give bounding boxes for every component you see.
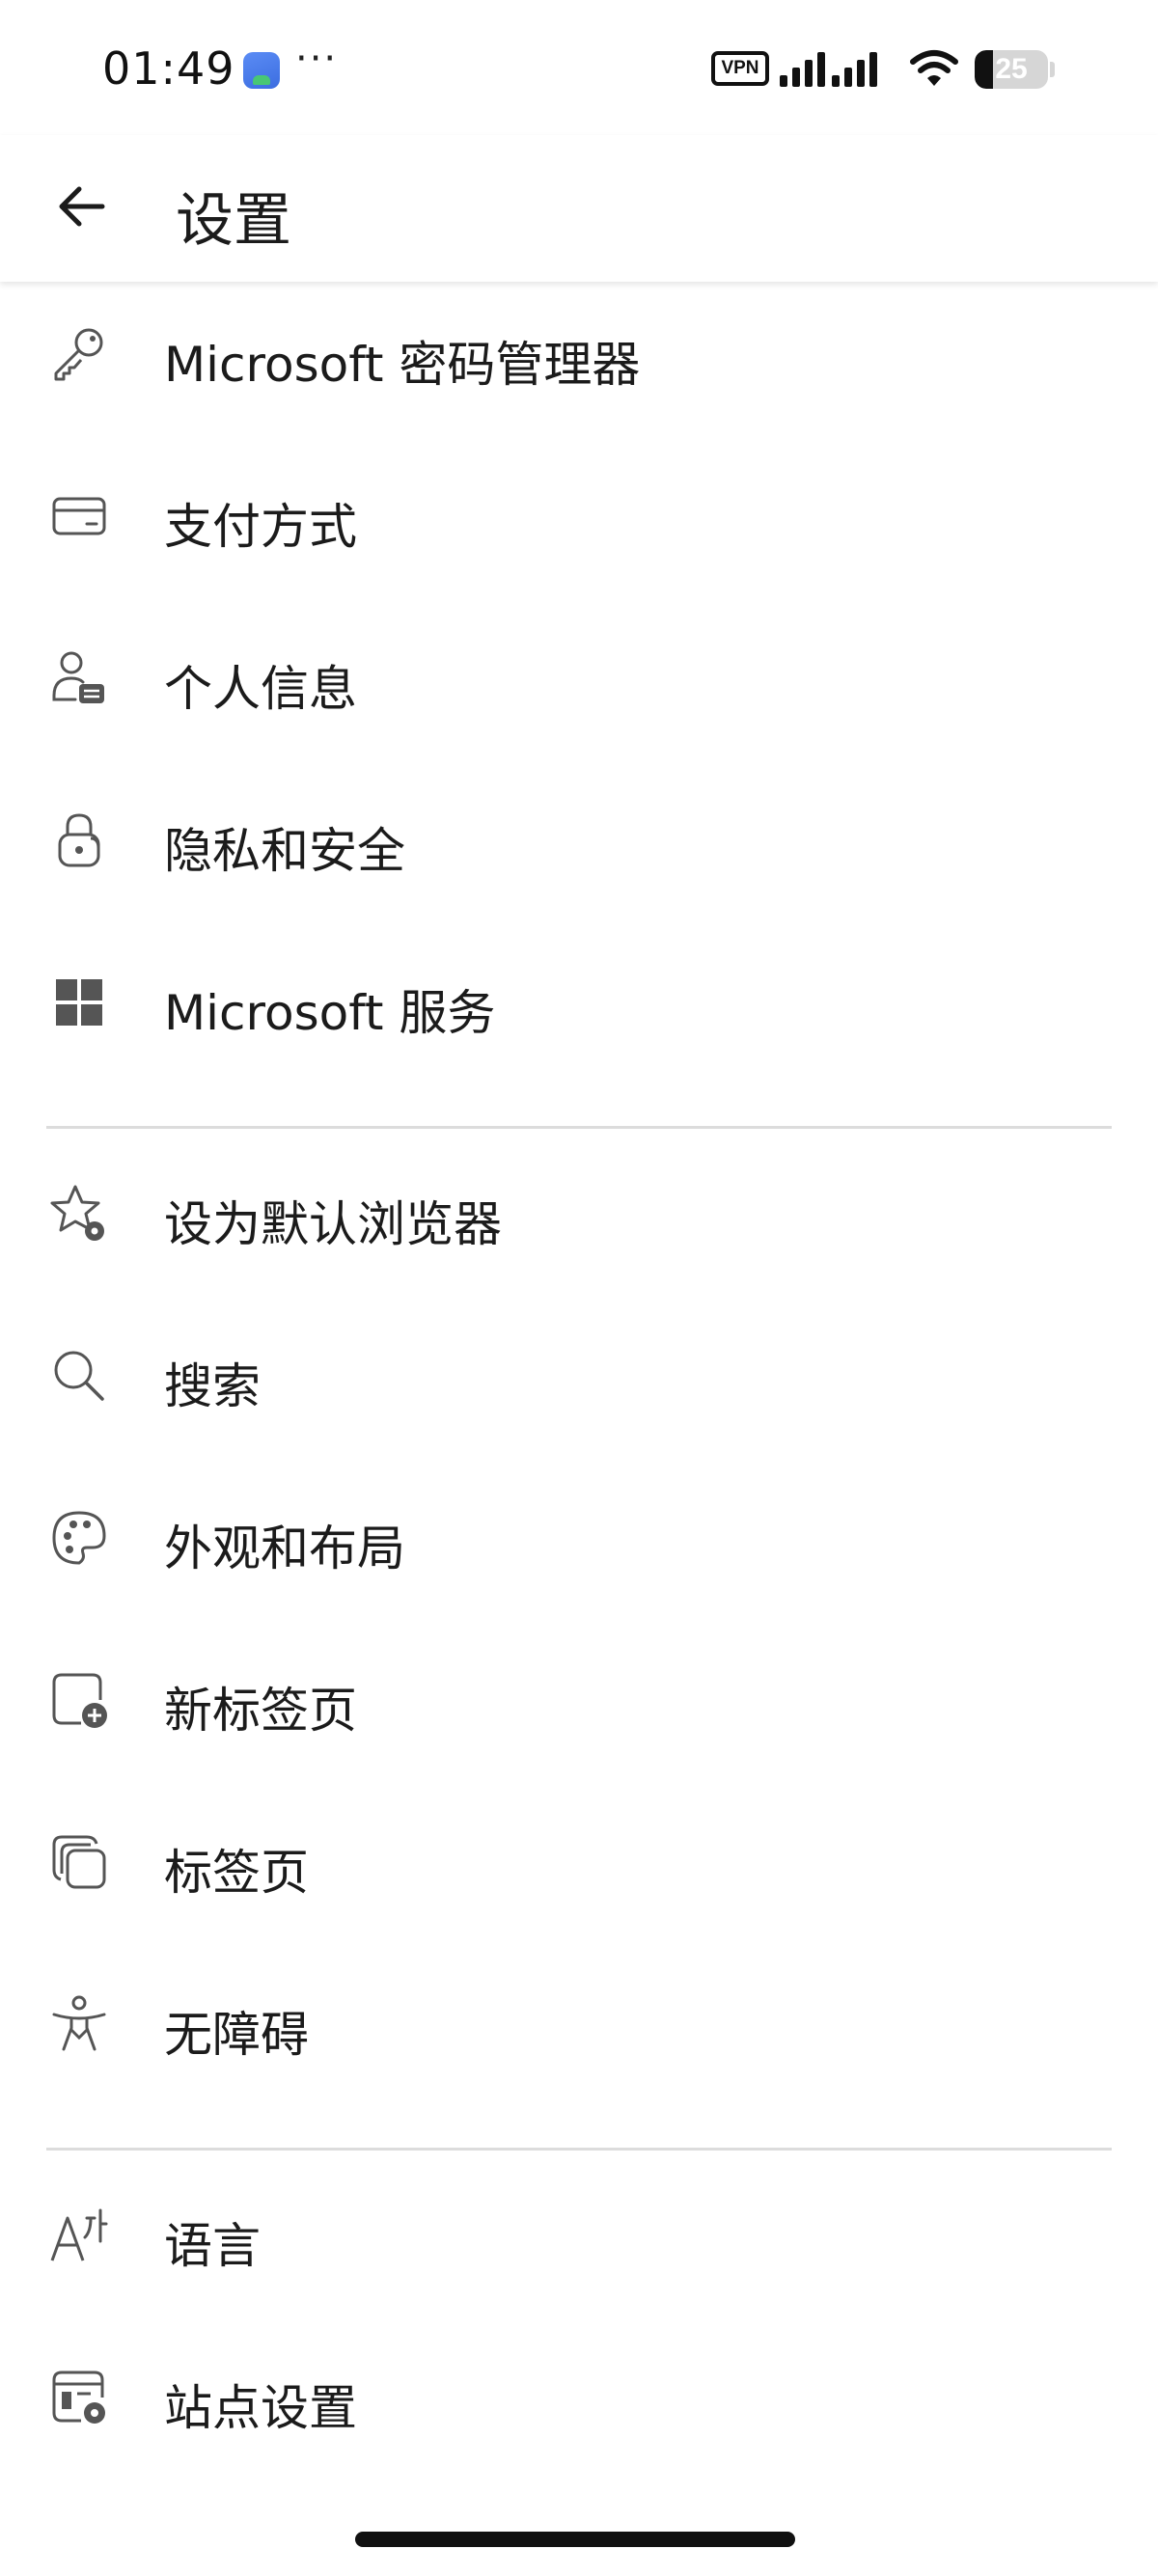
signal-sim1-icon	[780, 52, 825, 87]
tabs-icon	[52, 1835, 106, 1889]
settings-item-label: 搜索	[164, 1358, 261, 1414]
page-title: 设置	[176, 187, 291, 255]
section-divider	[46, 2148, 1112, 2151]
site-settings-icon	[52, 2370, 105, 2424]
settings-item-language[interactable]: 语言	[0, 2163, 1158, 2308]
more-notifications-indicator: ···	[295, 37, 339, 81]
settings-item-label: 隐私和安全	[164, 823, 405, 879]
settings-item-label: 外观和布局	[164, 1521, 405, 1576]
settings-item-privacy-security[interactable]: 隐私和安全	[0, 768, 1158, 913]
settings-item-label: 新标签页	[164, 1683, 357, 1739]
signal-sim2-icon	[832, 52, 877, 87]
app-bar: 设置	[0, 135, 1158, 282]
back-button[interactable]	[42, 168, 120, 245]
vpn-icon: VPN	[711, 51, 769, 86]
battery-icon: 25	[975, 50, 1048, 89]
settings-item-label: 无障碍	[164, 2007, 309, 2063]
settings-item-label: Microsoft 服务	[164, 985, 496, 1041]
palette-icon	[52, 1511, 106, 1565]
wifi-icon	[910, 50, 958, 86]
accessibility-icon	[52, 1995, 106, 2051]
arrow-left-icon	[59, 186, 105, 227]
language-icon	[50, 2208, 108, 2261]
status-time: 01:49	[102, 42, 235, 95]
settings-item-label: 站点设置	[164, 2380, 357, 2436]
settings-item-password-manager[interactable]: Microsoft 密码管理器	[0, 282, 1158, 426]
settings-item-default-browser[interactable]: 设为默认浏览器	[0, 1141, 1158, 1286]
settings-item-personal-info[interactable]: 个人信息	[0, 606, 1158, 751]
settings-item-payment[interactable]: 支付方式	[0, 444, 1158, 589]
battery-level: 25	[995, 53, 1028, 85]
settings-item-new-tab[interactable]: 新标签页	[0, 1628, 1158, 1772]
settings-item-label: 语言	[164, 2218, 261, 2274]
settings-item-site-settings[interactable]: 站点设置	[0, 2325, 1158, 2470]
star-gear-icon	[50, 1185, 104, 1241]
key-icon	[54, 328, 103, 381]
settings-item-accessibility[interactable]: 无障碍	[0, 1952, 1158, 2096]
settings-item-microsoft-services[interactable]: Microsoft 服务	[0, 930, 1158, 1075]
settings-item-label: 支付方式	[164, 499, 357, 555]
new-tab-icon	[52, 1673, 107, 1728]
battery-cap	[1050, 62, 1055, 77]
settings-item-search[interactable]: 搜索	[0, 1303, 1158, 1448]
credit-card-icon	[52, 497, 106, 535]
settings-item-label: 设为默认浏览器	[164, 1196, 502, 1252]
settings-item-appearance[interactable]: 外观和布局	[0, 1466, 1158, 1610]
lock-icon	[58, 813, 100, 867]
settings-item-label: Microsoft 密码管理器	[164, 337, 641, 393]
person-card-icon	[52, 651, 104, 703]
home-indicator[interactable]	[355, 2532, 795, 2547]
settings-item-label: 标签页	[164, 1845, 309, 1901]
search-icon	[54, 1351, 104, 1401]
section-divider	[46, 1126, 1112, 1129]
grid-icon	[56, 979, 102, 1026]
status-bar: 01:49 ··· VPN 25	[0, 0, 1158, 135]
app-notification-icon	[243, 52, 280, 89]
settings-item-tabs[interactable]: 标签页	[0, 1790, 1158, 1934]
settings-item-label: 个人信息	[164, 661, 357, 717]
